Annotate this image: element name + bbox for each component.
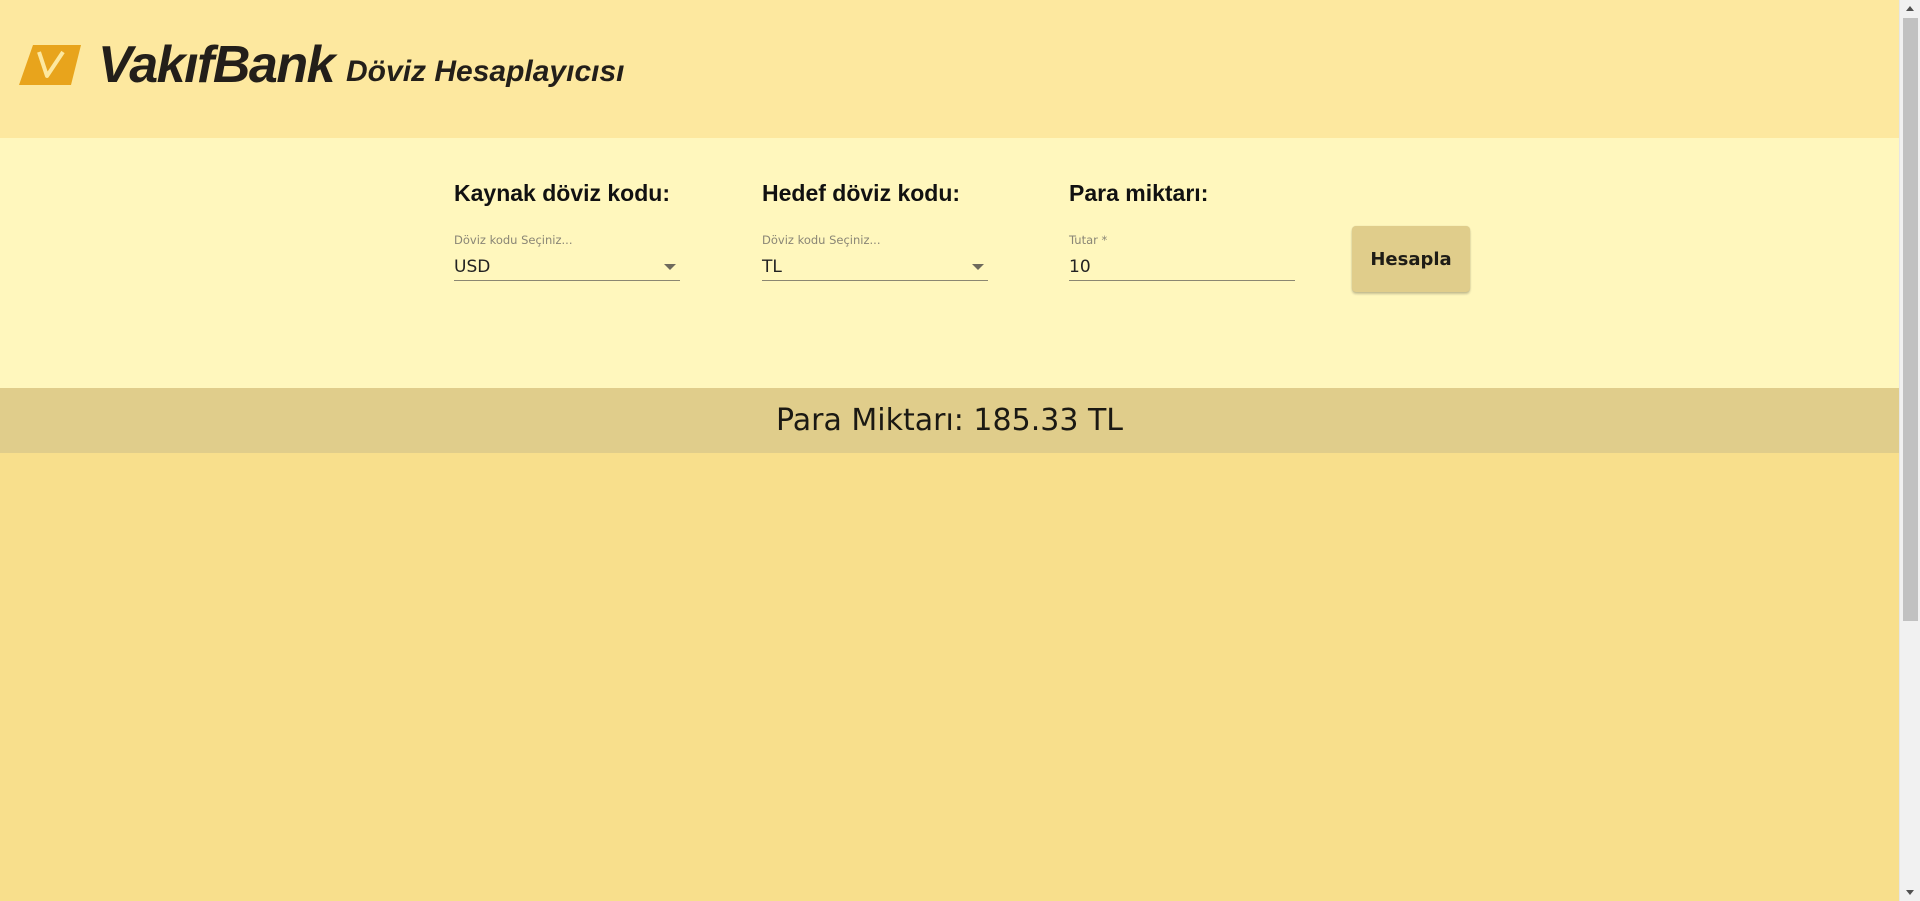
amount-value[interactable]: 10 bbox=[1069, 257, 1091, 277]
target-currency-label: Döviz kodu Seçiniz... bbox=[762, 233, 881, 247]
result-text: Para Miktarı: 185.33 TL bbox=[776, 402, 1123, 438]
scroll-down-arrow-icon[interactable] bbox=[1906, 890, 1914, 895]
amount-heading: Para miktarı: bbox=[1069, 180, 1209, 206]
source-currency-label: Döviz kodu Seçiniz... bbox=[454, 233, 573, 247]
chevron-down-icon[interactable] bbox=[664, 264, 676, 270]
brand: VakıfBank Döviz Hesaplayıcısı bbox=[19, 36, 625, 94]
target-currency-select[interactable]: Döviz kodu Seçiniz... TL bbox=[762, 233, 988, 281]
source-currency-select[interactable]: Döviz kodu Seçiniz... USD bbox=[454, 233, 680, 281]
amount-label: Tutar * bbox=[1069, 233, 1108, 247]
vakifbank-v-logo-icon bbox=[19, 45, 81, 85]
scroll-up-arrow-icon[interactable] bbox=[1906, 6, 1914, 11]
brand-name: VakıfBank bbox=[98, 36, 336, 94]
source-currency-group: Kaynak döviz kodu: Döviz kodu Seçiniz...… bbox=[454, 179, 680, 281]
converter-form: Kaynak döviz kodu: Döviz kodu Seçiniz...… bbox=[0, 138, 1899, 388]
target-currency-heading: Hedef döviz kodu: bbox=[762, 180, 961, 206]
amount-input[interactable]: Tutar * 10 bbox=[1069, 233, 1295, 281]
scrollbar-thumb[interactable] bbox=[1903, 18, 1918, 621]
calculate-button[interactable]: Hesapla bbox=[1352, 226, 1470, 292]
amount-group: Para miktarı: Tutar * 10 bbox=[1069, 179, 1295, 281]
target-currency-group: Hedef döviz kodu: Döviz kodu Seçiniz... … bbox=[762, 179, 988, 281]
header-bar: VakıfBank Döviz Hesaplayıcısı bbox=[0, 0, 1899, 138]
app-root: VakıfBank Döviz Hesaplayıcısı Kaynak döv… bbox=[0, 0, 1899, 901]
source-currency-value: USD bbox=[454, 257, 491, 277]
vertical-scrollbar[interactable] bbox=[1899, 0, 1920, 901]
chevron-down-icon[interactable] bbox=[972, 264, 984, 270]
target-currency-value: TL bbox=[762, 257, 782, 277]
result-bar: Para Miktarı: 185.33 TL bbox=[0, 388, 1899, 453]
page-title: Döviz Hesaplayıcısı bbox=[346, 55, 625, 88]
source-currency-heading: Kaynak döviz kodu: bbox=[454, 180, 670, 206]
